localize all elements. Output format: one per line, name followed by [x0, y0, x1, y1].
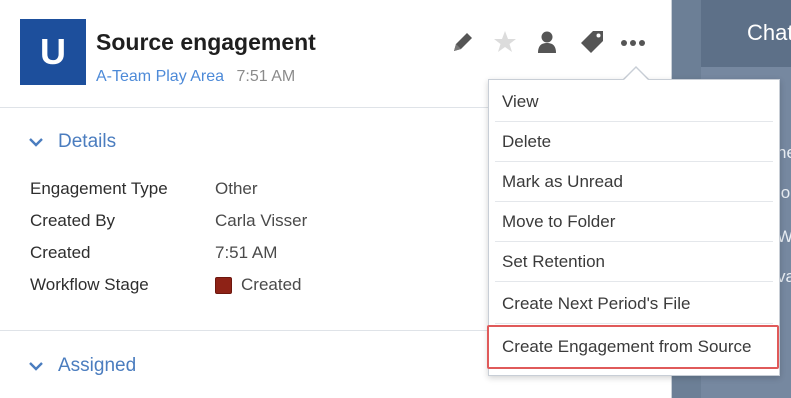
assigned-heading: Assigned [58, 355, 137, 376]
field-value-created-by: Carla Visser [215, 211, 308, 230]
star-icon[interactable] [489, 26, 521, 58]
folder-link[interactable]: A-Team Play Area [96, 68, 224, 85]
engagement-title: Source engagement [96, 29, 316, 55]
chat-title[interactable]: Chat [747, 20, 791, 46]
menu-item-view[interactable]: View [489, 82, 779, 122]
assigned-section-toggle[interactable]: Assigned [28, 355, 136, 377]
menu-item-create-next-period-file[interactable]: Create Next Period's File [489, 284, 779, 324]
field-value-workflow-stage: Created [215, 275, 301, 295]
details-section-toggle[interactable]: Details [28, 131, 116, 153]
field-label-workflow-stage: Workflow Stage [30, 275, 149, 294]
engagement-subtitle: A-Team Play Area 7:51 AM [96, 68, 295, 86]
engagement-time: 7:51 AM [236, 68, 296, 85]
more-icon[interactable] [617, 26, 649, 58]
stage-label: Created [241, 275, 302, 294]
tag-icon[interactable] [576, 26, 608, 58]
field-label-engagement-type: Engagement Type [30, 179, 168, 198]
field-label-created: Created [30, 243, 91, 262]
person-icon[interactable] [531, 26, 563, 58]
field-value-engagement-type: Other [215, 179, 258, 198]
engagement-avatar: U [20, 19, 86, 85]
chevron-down-icon [29, 362, 43, 371]
field-label-created-by: Created By [30, 211, 116, 230]
details-heading: Details [58, 131, 117, 152]
menu-item-mark-unread[interactable]: Mark as Unread [489, 162, 779, 202]
chat-header: Chat [701, 0, 791, 67]
menu-item-set-retention[interactable]: Set Retention [489, 242, 779, 282]
chevron-down-icon [29, 138, 43, 147]
menu-caret-inner [623, 68, 649, 81]
stage-color-swatch [215, 276, 232, 294]
pencil-icon[interactable] [447, 26, 479, 58]
menu-item-create-engagement-from-source[interactable]: Create Engagement from Source [487, 325, 779, 369]
actions-menu: View Delete Mark as Unread Move to Folde… [487, 79, 780, 376]
field-value-created: 7:51 AM [215, 243, 278, 262]
menu-item-delete[interactable]: Delete [489, 122, 779, 162]
menu-item-move-to-folder[interactable]: Move to Folder [489, 202, 779, 242]
